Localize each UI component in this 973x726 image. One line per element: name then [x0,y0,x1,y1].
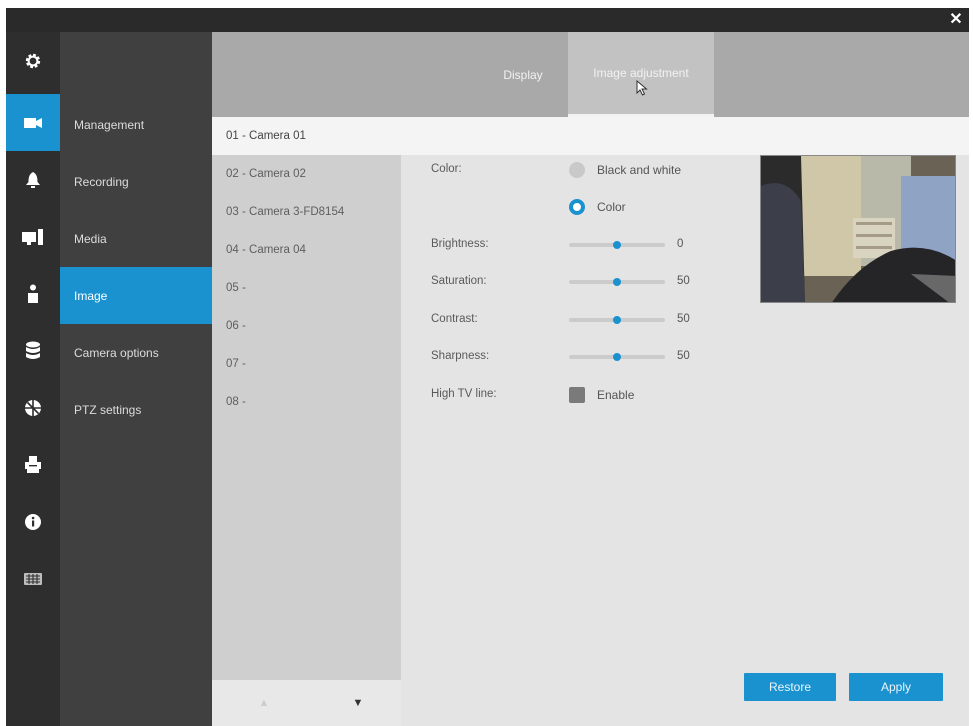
window-titlebar: ✕ [6,8,969,32]
saturation-slider[interactable] [569,274,665,290]
tab-display[interactable]: Display [480,32,566,117]
nav-item-recording[interactable]: Recording [60,153,212,210]
user-icon [28,284,38,303]
color-option-label: Color [597,200,626,214]
nav-item-media[interactable]: Media [60,210,212,267]
gear-icon [25,53,41,68]
camera-preview-image [761,156,955,302]
sidebar-info-button[interactable] [6,493,60,550]
keyboard-icon [24,572,42,585]
contrast-label: Contrast: [431,313,478,325]
sidebar-camera-button[interactable] [6,94,60,151]
radio-color[interactable] [569,199,585,215]
nav-item-image[interactable]: Image [60,267,212,324]
apply-button[interactable]: Apply [849,673,943,701]
camera-item-07[interactable]: 07 - [212,345,401,383]
high-tv-line-enable-label: Enable [597,388,635,402]
radio-black-and-white[interactable] [569,162,585,178]
high-tv-line-label: High TV line: [431,388,497,400]
camera-item-04[interactable]: 04 - Camera 04 [212,231,401,269]
sidebar-printer-button[interactable] [6,436,60,493]
sidebar-user-button[interactable] [6,265,60,322]
camera-item-08[interactable]: 08 - [212,383,401,421]
contrast-value: 50 [677,313,690,325]
sidebar-keyboard-button[interactable] [6,550,60,607]
camera-list: 01 - Camera 01 02 - Camera 02 03 - Camer… [212,117,969,680]
nav-item-camera-options[interactable]: Camera options [60,324,212,381]
camera-list-pager: ▲ ▼ [212,680,401,726]
saturation-label: Saturation: [431,275,487,287]
restore-button[interactable]: Restore [744,673,836,701]
sidebar-bell-button[interactable] [6,151,60,208]
sidebar-database-button[interactable] [6,322,60,379]
brightness-label: Brightness: [431,238,489,250]
sidebar-monitor-button[interactable] [6,208,60,265]
nav-item-management[interactable]: Management [60,96,212,153]
network-icon [25,399,41,416]
icon-sidebar [6,32,60,726]
settings-window: ✕ Management Recording Media Image Camer… [6,8,969,726]
camera-icon [24,117,42,128]
tab-image-adjustment[interactable]: Image adjustment [568,32,714,117]
camera-item-06[interactable]: 06 - [212,307,401,345]
high-tv-line-checkbox[interactable] [569,387,585,403]
close-button[interactable]: ✕ [945,10,967,30]
nav-item-ptz-settings[interactable]: PTZ settings [60,381,212,438]
sidebar-network-button[interactable] [6,379,60,436]
tab-bar: Display Image adjustment [212,32,969,117]
camera-item-01[interactable]: 01 - Camera 01 [212,117,969,155]
brightness-slider[interactable] [569,237,665,253]
camera-item-03[interactable]: 03 - Camera 3-FD8154 [212,193,401,231]
brightness-value: 0 [677,238,684,250]
sharpness-slider[interactable] [569,349,665,365]
sidebar-gear-button[interactable] [6,32,60,89]
page-down-button[interactable]: ▼ [346,692,370,714]
color-label: Color: [431,163,462,175]
camera-item-02[interactable]: 02 - Camera 02 [212,155,401,193]
camera-preview [760,155,956,303]
sharpness-value: 50 [677,350,690,362]
black-and-white-label: Black and white [597,163,682,177]
mouse-cursor-icon [636,80,648,96]
info-icon [25,513,41,530]
settings-nav: Management Recording Media Image Camera … [60,32,212,726]
printer-icon [25,455,41,473]
sharpness-label: Sharpness: [431,350,490,362]
database-icon [26,341,40,359]
camera-item-05[interactable]: 05 - [212,269,401,307]
saturation-value: 50 [677,275,690,287]
bell-icon [26,171,40,188]
contrast-slider[interactable] [569,312,665,328]
page-up-button[interactable]: ▲ [252,692,276,714]
monitor-icon [22,228,43,245]
